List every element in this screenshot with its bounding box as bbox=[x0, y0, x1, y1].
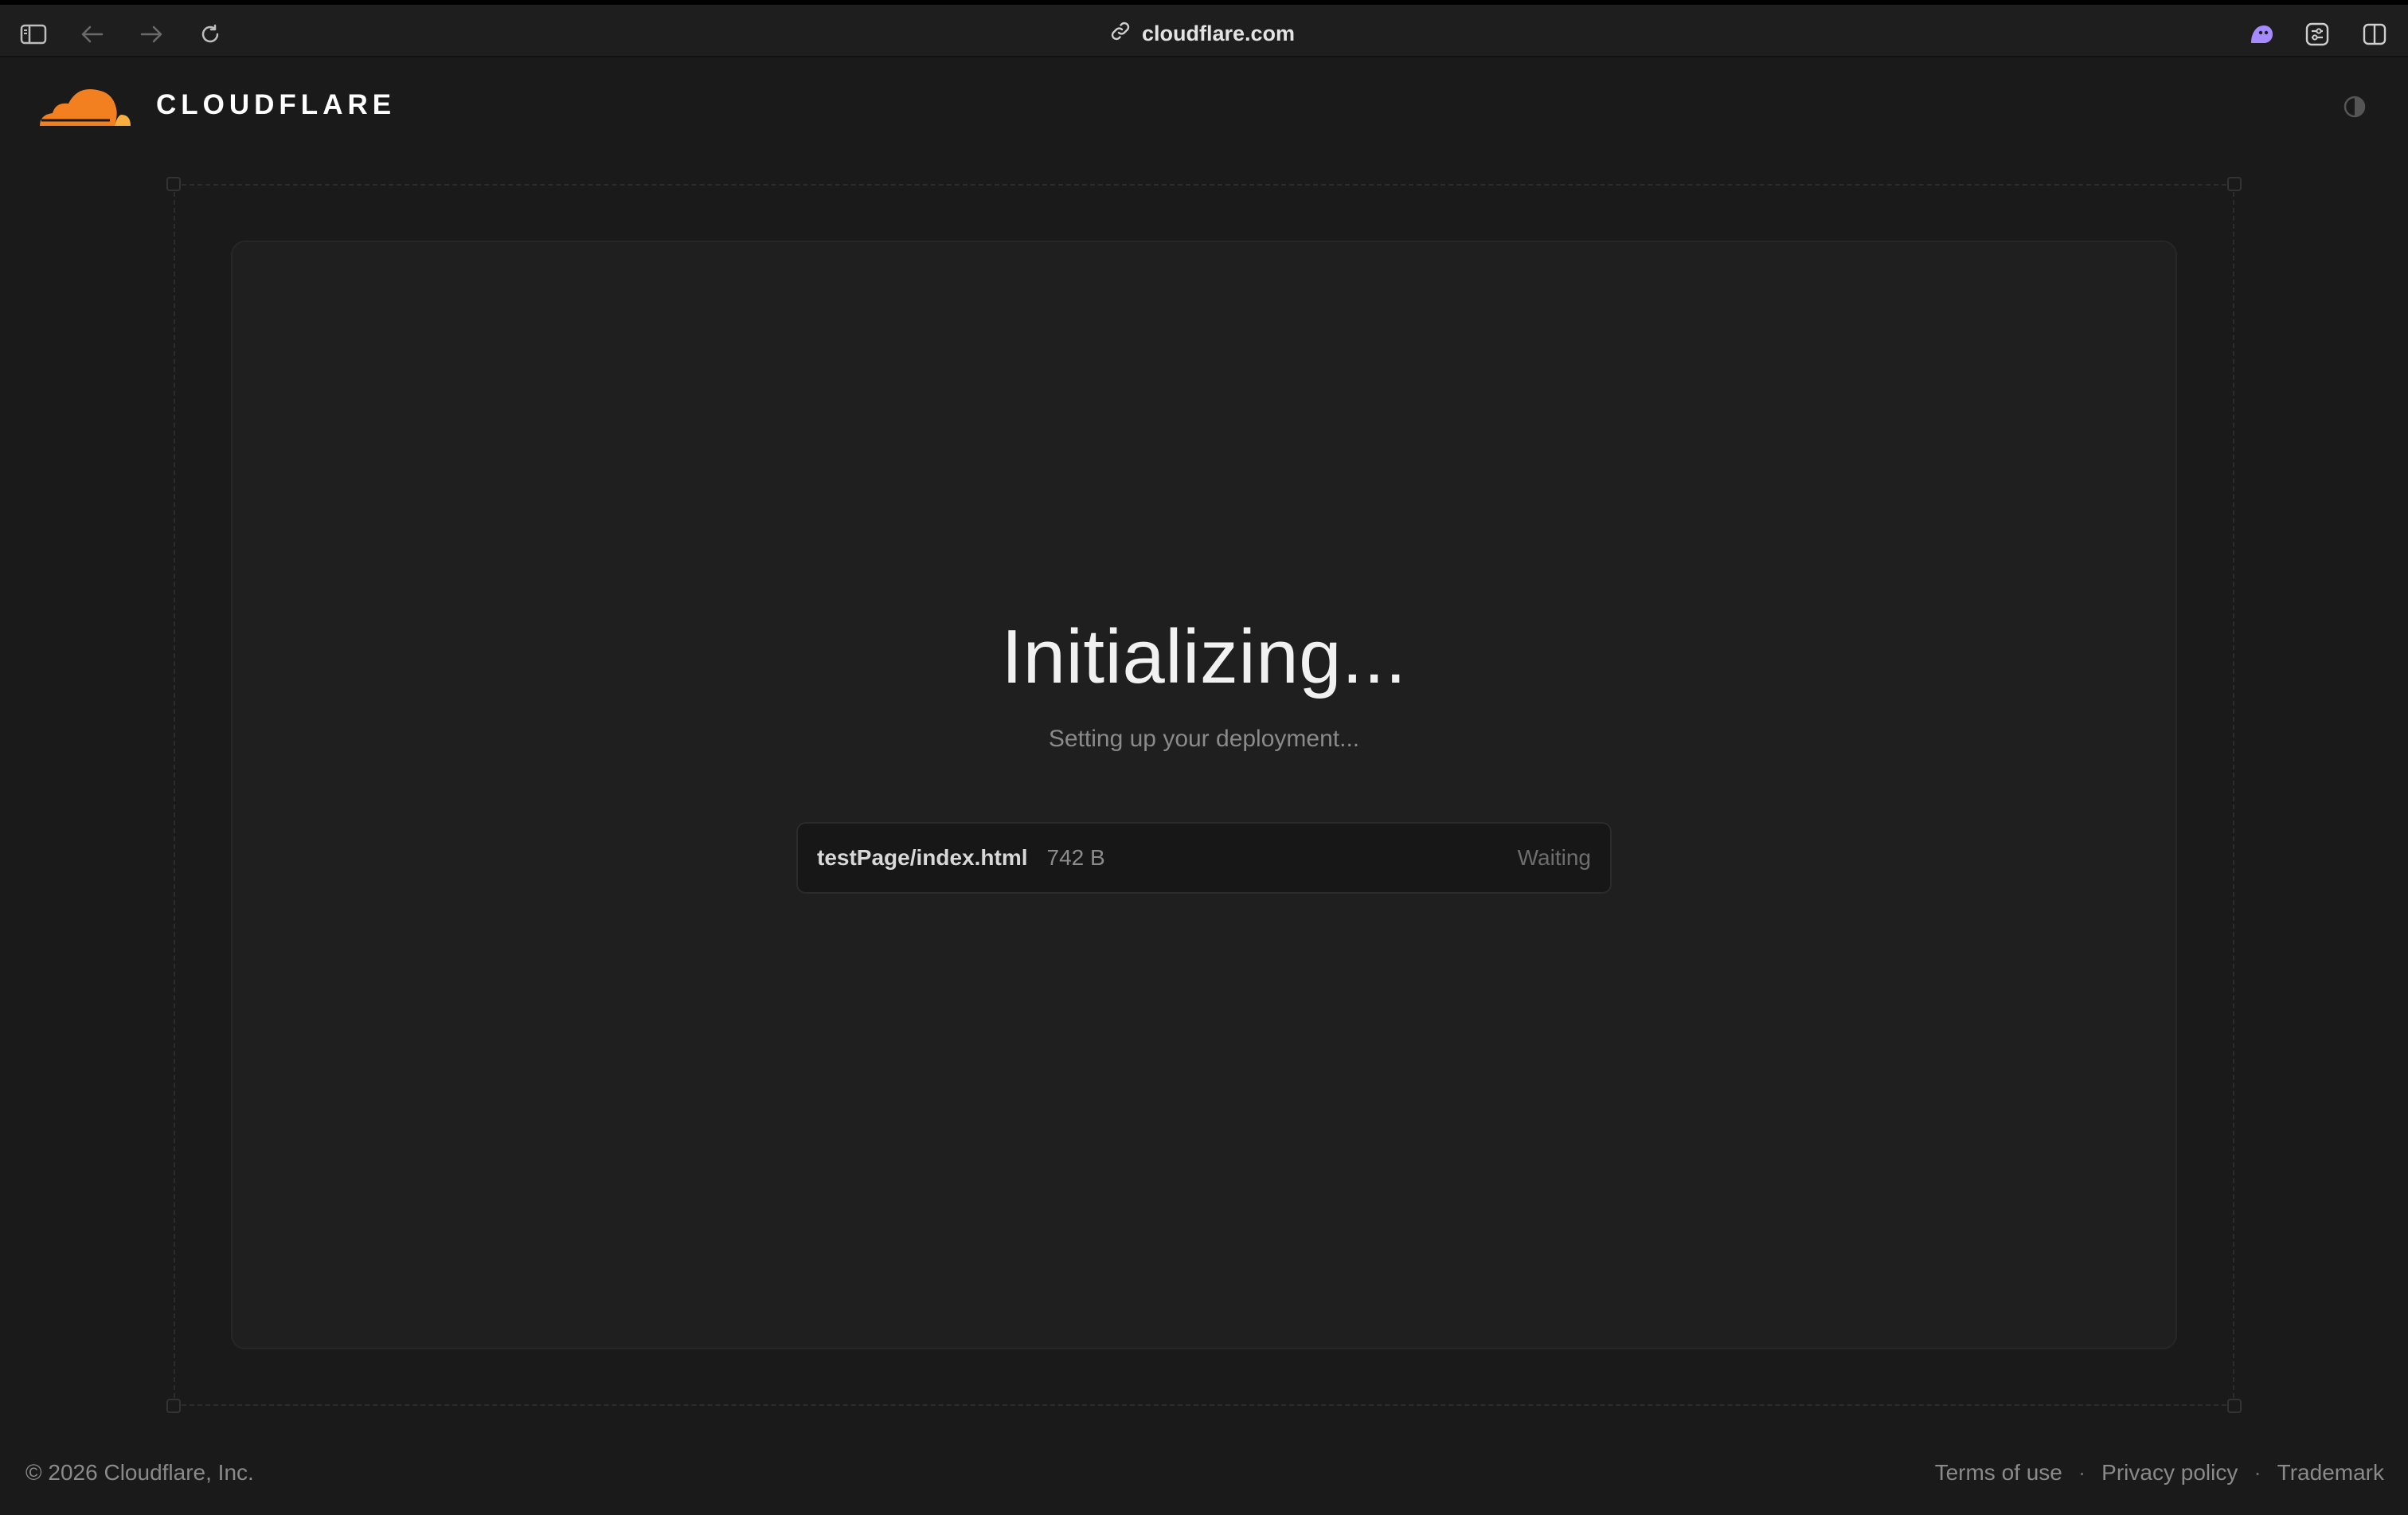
copyright-text: © 2026 Cloudflare, Inc. bbox=[25, 1460, 254, 1485]
link-separator: · bbox=[2078, 1460, 2086, 1485]
sidebar-icon[interactable] bbox=[18, 18, 49, 50]
frame-handle bbox=[166, 177, 181, 191]
privacy-link[interactable]: Privacy policy bbox=[2101, 1460, 2238, 1486]
frame-handle bbox=[2227, 1399, 2242, 1413]
file-name: testPage/index.html bbox=[817, 845, 1028, 870]
url-text: cloudflare.com bbox=[1141, 21, 1296, 45]
page-subtitle: Setting up your deployment... bbox=[1048, 726, 1360, 752]
contrast-icon[interactable] bbox=[2341, 93, 2368, 120]
split-view-icon[interactable] bbox=[2359, 18, 2390, 50]
settings-icon[interactable] bbox=[2301, 18, 2333, 50]
frame-handle bbox=[2227, 177, 2242, 191]
cloudflare-logo[interactable]: CLOUDFLARE bbox=[38, 83, 396, 127]
deployment-card bbox=[231, 241, 2177, 1349]
terms-link[interactable]: Terms of use bbox=[1935, 1460, 2062, 1486]
frame-handle bbox=[166, 1399, 181, 1413]
file-size: 742 B bbox=[1046, 845, 1105, 870]
trademark-link[interactable]: Trademark bbox=[2277, 1460, 2384, 1486]
link-separator: · bbox=[2254, 1460, 2261, 1485]
page-title: Initializing... bbox=[1001, 614, 1407, 699]
file-upload-row: testPage/index.html 742 B Waiting bbox=[796, 822, 1612, 894]
browser-toolbar: cloudflare.com bbox=[0, 0, 2408, 57]
forward-arrow-icon[interactable] bbox=[135, 18, 167, 50]
brand-name: CLOUDFLARE bbox=[156, 89, 397, 120]
reload-icon[interactable] bbox=[194, 18, 226, 50]
extension-icon[interactable] bbox=[2246, 18, 2277, 50]
footer-links: Terms of use · Privacy policy · Trademar… bbox=[1935, 1460, 2384, 1486]
cloud-logo-icon bbox=[40, 89, 131, 126]
link-icon bbox=[1110, 21, 1131, 47]
address-bar[interactable]: cloudflare.com bbox=[1083, 16, 1322, 51]
back-arrow-icon[interactable] bbox=[76, 18, 108, 50]
file-status: Waiting bbox=[1517, 845, 1591, 870]
